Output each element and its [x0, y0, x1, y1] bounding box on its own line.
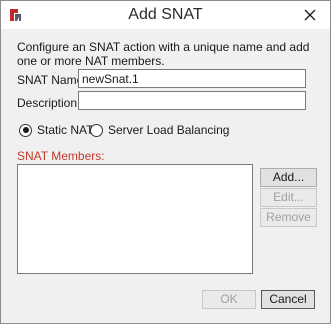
add-snat-dialog: Add SNAT Configure an SNAT action with a…	[0, 0, 331, 324]
dialog-title: Add SNAT	[128, 6, 203, 23]
radio-button-selected[interactable]	[19, 123, 32, 137]
radio-button-unselected[interactable]	[90, 123, 103, 137]
snat-name-input[interactable]	[78, 69, 306, 88]
description-input[interactable]	[78, 91, 306, 110]
snat-members-label: SNAT Members:	[17, 149, 105, 163]
radio-static-nat[interactable]: Static NAT	[19, 123, 93, 137]
remove-member-button[interactable]: Remove	[260, 208, 317, 227]
cancel-button[interactable]: Cancel	[261, 290, 315, 309]
radio-server-load-balancing-label: Server Load Balancing	[108, 123, 230, 137]
edit-member-button[interactable]: Edit...	[260, 188, 317, 207]
intro-text: Configure an SNAT action with a unique n…	[17, 40, 310, 68]
description-label: Description:	[17, 96, 81, 110]
radio-server-load-balancing[interactable]: Server Load Balancing	[90, 123, 229, 137]
snat-name-label: SNAT Name:	[17, 73, 87, 87]
close-icon[interactable]	[302, 7, 318, 23]
add-member-button[interactable]: Add...	[260, 168, 317, 187]
title-bar[interactable]: Add SNAT	[1, 1, 330, 29]
snat-members-list[interactable]	[17, 164, 253, 274]
ok-button[interactable]: OK	[202, 290, 256, 309]
radio-static-nat-label: Static NAT	[37, 123, 94, 137]
